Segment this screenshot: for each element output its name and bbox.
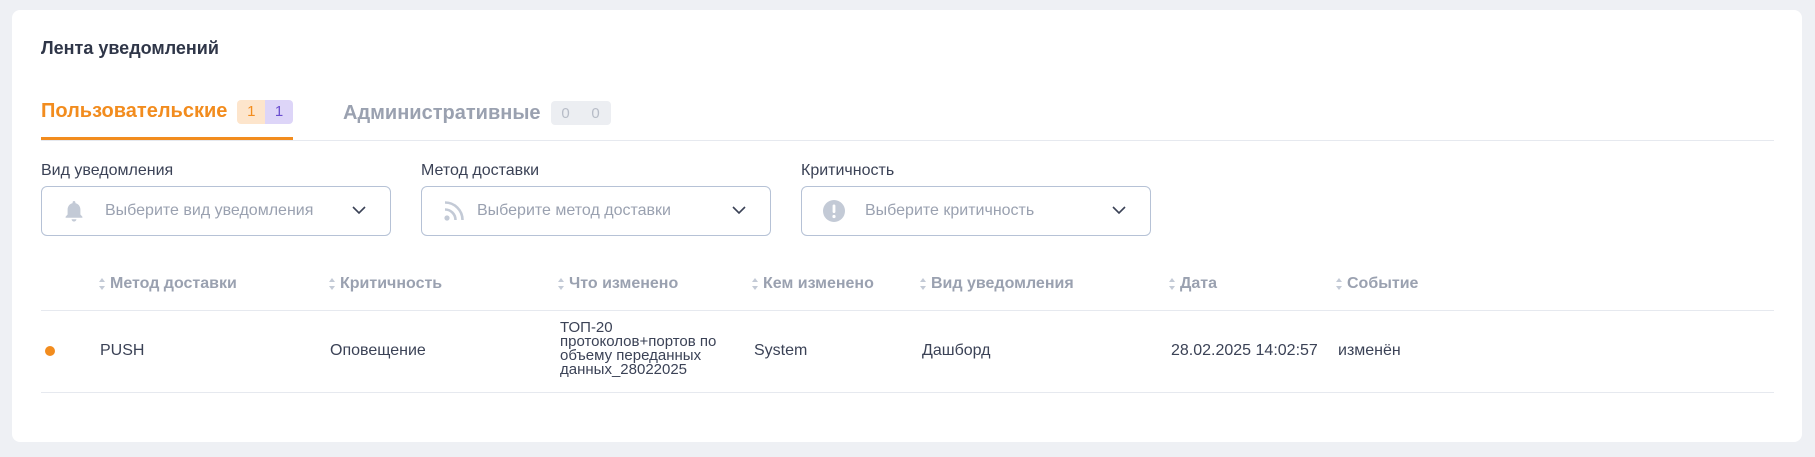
filter-criticality: Критичность Выберите критичность	[801, 162, 1151, 236]
badge-count: 0	[550, 101, 581, 125]
sort-icon	[920, 278, 926, 290]
cell-event: изменён	[1338, 342, 1401, 359]
bell-icon	[65, 201, 83, 222]
cell-date: 28.02.2025 14:02:57	[1171, 342, 1318, 359]
page-title: Лента уведомлений	[41, 38, 219, 58]
badge-count: 1	[265, 99, 293, 124]
tab-user-label: Пользовательские	[41, 100, 228, 122]
table-row[interactable]: PUSH Оповещение ТОП-20 протоколов+портов…	[41, 310, 1774, 393]
chevron-down-icon	[732, 206, 746, 215]
notification-type-select[interactable]: Выберите вид уведомления	[41, 186, 391, 236]
chevron-down-icon	[1112, 206, 1126, 215]
exclamation-circle-icon	[823, 200, 845, 222]
filter-label: Критичность	[801, 162, 895, 179]
unread-indicator	[45, 346, 55, 356]
criticality-select[interactable]: Выберите критичность	[801, 186, 1151, 236]
tab-admin-badges: 0 0	[550, 101, 611, 125]
sort-icon	[558, 278, 564, 290]
column-header-criticality[interactable]: Критичность	[328, 275, 442, 293]
select-placeholder: Выберите критичность	[865, 202, 1035, 219]
cell-criticality: Оповещение	[330, 342, 426, 359]
filter-notification-type: Вид уведомления Выберите вид уведомления	[41, 162, 391, 236]
notification-feed-card: Лента уведомлений Пользовательские 1 1 А…	[12, 10, 1802, 442]
cell-type: Дашборд	[922, 342, 991, 359]
column-header-changed-by[interactable]: Кем изменено	[751, 275, 874, 293]
rss-icon	[444, 201, 464, 221]
table-header: Метод доставки Критичность Что изменено …	[41, 260, 1774, 311]
sort-icon	[1336, 278, 1342, 290]
tab-admin-label: Административные	[343, 101, 541, 124]
column-header-date[interactable]: Дата	[1168, 275, 1217, 293]
sort-icon	[752, 278, 758, 290]
filter-label: Вид уведомления	[41, 162, 174, 179]
column-header-type[interactable]: Вид уведомления	[919, 275, 1074, 293]
delivery-method-select[interactable]: Выберите метод доставки	[421, 186, 771, 236]
cell-changed-by: System	[754, 342, 808, 359]
tab-user-badges: 1 1	[237, 99, 293, 124]
column-header-changed-what[interactable]: Что изменено	[557, 275, 678, 293]
sort-icon	[99, 278, 105, 290]
select-placeholder: Выберите метод доставки	[477, 202, 671, 219]
column-header-method[interactable]: Метод доставки	[98, 275, 237, 293]
tab-bar: Пользовательские 1 1 Административные 0 …	[41, 86, 1774, 141]
filter-delivery-method: Метод доставки Выберите метод доставки	[421, 162, 771, 236]
column-header-event[interactable]: Событие	[1335, 275, 1418, 293]
tab-admin[interactable]: Административные 0 0	[343, 86, 611, 140]
cell-method: PUSH	[100, 342, 145, 359]
badge-count: 1	[237, 99, 266, 124]
chevron-down-icon	[352, 206, 366, 215]
filter-label: Метод доставки	[421, 162, 540, 179]
select-placeholder: Выберите вид уведомления	[105, 202, 314, 219]
tab-user[interactable]: Пользовательские 1 1	[41, 86, 293, 140]
badge-count: 0	[580, 101, 611, 125]
sort-icon	[1169, 278, 1175, 290]
sort-icon	[329, 278, 335, 290]
cell-changed-what: ТОП-20 протоколов+портов по объему перед…	[560, 319, 717, 378]
